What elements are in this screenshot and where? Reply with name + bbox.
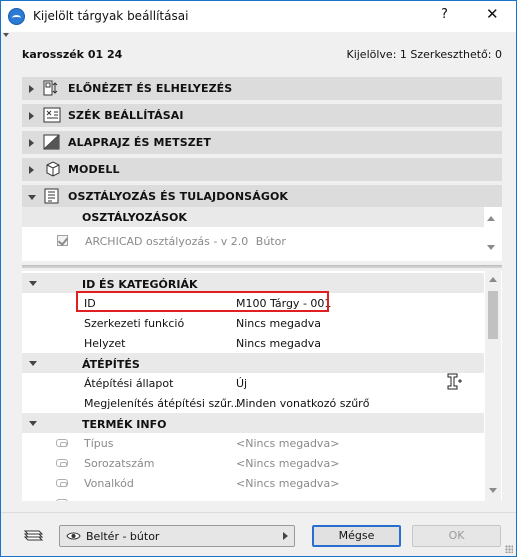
settings-dialog: Kijelölt tárgyak beállításai ? ✕ karossz… [0,0,517,557]
archicad-app-icon [8,8,25,25]
classifications-heading-row: OSZTÁLYOZÁSOK [22,207,484,227]
section-label: MODELL [68,163,120,176]
properties-scrollbar[interactable] [485,271,501,501]
classification-value: Bútor [255,235,286,248]
section-classification-properties[interactable]: OSZTÁLYOZÁS ÉS TULAJDONSÁGOK [22,185,502,208]
section-model[interactable]: MODELL [22,158,502,181]
property-value[interactable]: Minden vonatkozó szűrő [236,397,369,410]
chair-settings-icon [43,107,61,123]
scrollbar-thumb[interactable] [488,291,498,339]
section-label: OSZTÁLYOZÁS ÉS TULAJDONSÁGOK [68,190,289,203]
collapse-arrow-icon[interactable] [29,281,37,286]
floorplan-section-icon [43,134,60,150]
classification-checkbox[interactable] [57,235,68,246]
property-row-barcode[interactable]: Vonalkód <Nincs megadva> [22,473,484,493]
ok-button[interactable]: OK [412,525,501,547]
id-highlight-box [76,291,329,312]
footer-divider [1,512,516,513]
model-cube-icon [46,161,60,177]
dropdown-arrow-icon [283,532,288,540]
close-button[interactable]: ✕ [486,5,499,23]
property-row-partial [22,493,484,501]
expand-arrow-icon[interactable] [29,166,34,174]
object-name: karosszék 01 24 [22,48,123,61]
property-key: Szerkezeti funkció [84,317,185,330]
property-key: Sorozatszám [84,457,155,470]
property-row-position[interactable]: Helyzet Nincs megadva [22,333,484,353]
layers-icon[interactable] [22,526,44,544]
view-option-label: Beltér - bútor [86,530,160,543]
resize-grip[interactable] [505,545,513,553]
property-value[interactable]: <Nincs megadva> [236,477,339,490]
property-value[interactable]: <Nincs megadva> [236,457,339,470]
scroll-up-icon[interactable] [489,277,497,282]
property-key: Helyzet [84,337,126,350]
link-icon [56,499,68,501]
collapse-caret-icon[interactable] [3,33,9,37]
classifications-scrollbar[interactable] [485,214,497,254]
collapse-arrow-icon[interactable] [28,195,36,200]
classification-icon [44,188,59,204]
eye-icon [66,532,81,540]
scroll-up-icon[interactable] [487,216,495,221]
expand-arrow-icon[interactable] [29,85,34,93]
property-key: Vonalkód [84,477,134,490]
collapse-arrow-icon[interactable] [29,421,37,426]
window-title: Kijelölt tárgyak beállításai [33,9,189,23]
title-bar[interactable]: Kijelölt tárgyak beállításai ? ✕ [1,1,516,32]
classification-system: ARCHICAD osztályozás - v 2.0 [85,235,249,248]
property-key: Típus [84,437,114,450]
expand-arrow-icon[interactable] [29,112,34,120]
property-group-product-info[interactable]: TERMÉK INFO [22,413,484,433]
help-button[interactable]: ? [441,7,448,22]
section-label: SZÉK BEÁLLÍTÁSAI [68,109,184,122]
property-key: Átépítési állapot [84,377,174,390]
renovation-filter-icon[interactable] [446,373,464,390]
classification-row[interactable]: ARCHICAD osztályozás - v 2.0 Bútor [85,235,286,248]
view-option-dropdown[interactable]: Beltér - bútor [59,525,295,547]
classifications-panel: OSZTÁLYOZÁSOK ARCHICAD osztályozás - v 2… [22,207,502,261]
property-value[interactable]: Új [236,377,247,390]
preview-placement-icon [43,80,58,96]
link-icon [56,479,68,487]
scroll-down-icon[interactable] [489,488,497,493]
expand-arrow-icon[interactable] [29,139,34,147]
section-label: ALAPRAJZ ÉS METSZET [68,136,212,149]
panel-splitter[interactable] [22,265,502,268]
property-row-type[interactable]: Típus <Nincs megadva> [22,433,484,453]
group-label: ÁTÉPÍTÉS [82,358,140,371]
link-icon [56,439,68,447]
section-label: ELŐNÉZET ÉS ELHELYEZÉS [68,82,233,95]
section-chair-settings[interactable]: SZÉK BEÁLLÍTÁSAI [22,104,502,127]
property-row-structural-function[interactable]: Szerkezeti funkció Nincs megadva [22,313,484,333]
scroll-down-icon[interactable] [487,245,495,250]
group-label: TERMÉK INFO [82,418,167,431]
section-preview-placement[interactable]: ELŐNÉZET ÉS ELHELYEZÉS [22,77,502,100]
property-group-id-categories[interactable]: ID ÉS KATEGÓRIÁK [22,273,484,293]
property-value[interactable]: Nincs megadva [236,317,321,330]
property-value[interactable]: <Nincs megadva> [236,437,339,450]
link-icon [56,459,68,467]
property-group-renovation[interactable]: ÁTÉPÍTÉS [22,353,484,373]
collapse-arrow-icon[interactable] [29,361,37,366]
properties-panel: ID ÉS KATEGÓRIÁK ID M100 Tárgy - 001 Sze… [22,271,502,501]
group-label: ID ÉS KATEGÓRIÁK [82,278,198,291]
section-floorplan-section[interactable]: ALAPRAJZ ÉS METSZET [22,131,502,154]
property-value[interactable]: Nincs megadva [236,337,321,350]
property-row-renovation-filter[interactable]: Megjelenítés átépítési szűr... Minden vo… [22,393,484,413]
property-key: Megjelenítés átépítési szűr... [84,397,241,410]
property-row-renovation-status[interactable]: Átépítési állapot Új [22,373,484,393]
selection-info: Kijelölve: 1 Szerkeszthető: 0 [346,48,502,61]
cancel-button[interactable]: Mégse [312,525,401,547]
classifications-heading: OSZTÁLYOZÁSOK [82,211,187,224]
property-row-serial-number[interactable]: Sorozatszám <Nincs megadva> [22,453,484,473]
